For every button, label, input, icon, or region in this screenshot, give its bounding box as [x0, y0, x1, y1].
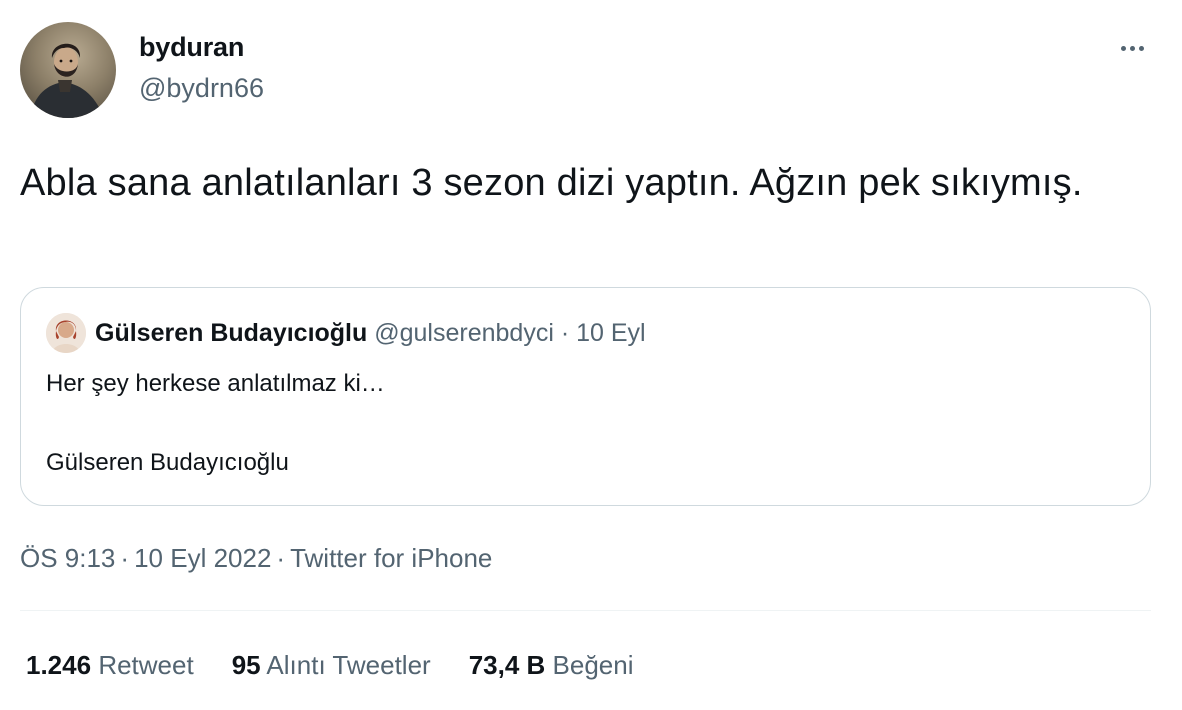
quoted-tweet-header: Gülseren Budayıcıoğlu @gulserenbdyci · 1…: [95, 319, 646, 348]
likes-label: Beğeni: [552, 650, 634, 680]
quoted-portrait-image: [46, 313, 86, 353]
retweets-stat[interactable]: 1.246 Retweet: [26, 650, 194, 681]
retweets-count: 1.246: [26, 650, 92, 680]
quoted-separator: ·: [560, 319, 570, 347]
quoted-date[interactable]: 10 Eyl: [576, 319, 645, 347]
author-avatar[interactable]: [20, 22, 116, 118]
retweets-label: Retweet: [98, 650, 194, 680]
more-dot: [1129, 45, 1135, 51]
more-horizontal-icon: [1120, 45, 1126, 51]
meta-separator: ·: [276, 543, 286, 573]
quote-tweets-count: 95: [231, 650, 261, 680]
author-handle[interactable]: @bydrn66: [139, 73, 264, 104]
author-display-name[interactable]: byduran: [139, 32, 244, 63]
tweet-text: Abla sana anlatılanları 3 sezon dizi yap…: [20, 162, 1083, 204]
more-options-button[interactable]: [1112, 34, 1152, 62]
portrait-image: [30, 43, 104, 118]
quote-tweets-label: Alıntı Tweetler: [266, 650, 431, 680]
quoted-display-name[interactable]: Gülseren Budayıcıoğlu: [95, 319, 367, 347]
more-dot: [1138, 45, 1144, 51]
tweet-time[interactable]: ÖS 9:13: [20, 543, 115, 573]
quoted-text-line-1: Her şey herkese anlatılmaz ki…: [46, 370, 385, 397]
tweet-meta: ÖS 9:13 · 10 Eyl 2022 · Twitter for iPhone: [20, 543, 492, 574]
tweet-date[interactable]: 10 Eyl 2022: [134, 543, 271, 573]
tweet-stats: 1.246 Retweet 95 Alıntı Tweetler 73,4 B …: [26, 650, 672, 681]
quoted-author-avatar[interactable]: [46, 313, 86, 353]
tweet-source[interactable]: Twitter for iPhone: [290, 543, 492, 573]
likes-count: 73,4 B: [468, 650, 546, 680]
quoted-tweet-card[interactable]: Gülseren Budayıcıoğlu @gulserenbdyci · 1…: [20, 287, 1151, 506]
likes-stat[interactable]: 73,4 B Beğeni: [469, 650, 634, 681]
divider: [20, 610, 1151, 611]
tweet-detail: byduran @bydrn66 Abla sana anlatılanları…: [0, 0, 1182, 710]
quoted-text-line-2: Gülseren Budayıcıoğlu: [46, 449, 289, 476]
quoted-handle[interactable]: @gulserenbdyci: [374, 319, 554, 347]
quote-tweets-stat[interactable]: 95 Alıntı Tweetler: [232, 650, 431, 681]
meta-separator: ·: [120, 543, 130, 573]
